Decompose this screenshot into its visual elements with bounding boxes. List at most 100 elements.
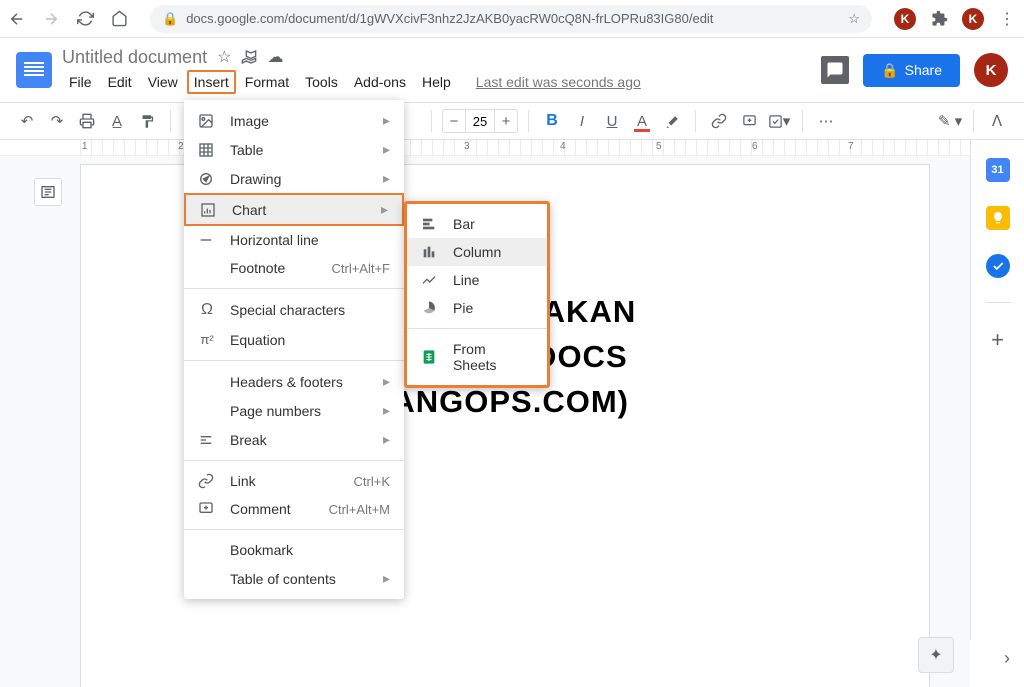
underline-button[interactable]: U (599, 108, 625, 134)
pie-icon (421, 300, 439, 316)
font-size-minus[interactable]: − (443, 110, 465, 132)
cloud-icon[interactable]: ☁ (267, 47, 283, 67)
chevron-right-icon: ▸ (383, 141, 390, 158)
insert-footnote[interactable]: FootnoteCtrl+Alt+F (184, 254, 404, 282)
calendar-icon[interactable]: 31 (986, 158, 1010, 182)
more-button[interactable]: ⋯ (813, 108, 839, 134)
chevron-right-icon: ▸ (383, 431, 390, 448)
redo-button[interactable]: ↷ (44, 108, 70, 134)
insert-horizontal-line[interactable]: Horizontal line (184, 226, 404, 254)
chart-pie[interactable]: Pie (407, 294, 547, 322)
editing-mode-button[interactable]: ✎ ▾ (937, 108, 963, 134)
star-icon[interactable]: ☆ (217, 47, 231, 67)
bookmark-star-icon[interactable]: ☆ (848, 11, 860, 27)
back-icon[interactable] (8, 10, 26, 28)
insert-comment[interactable]: CommentCtrl+Alt+M (184, 495, 404, 523)
insert-link-button[interactable] (706, 108, 732, 134)
insert-drawing[interactable]: Drawing▸ (184, 164, 404, 193)
paint-format-button[interactable] (134, 108, 160, 134)
forward-icon[interactable] (42, 10, 60, 28)
outline-toggle-button[interactable] (34, 178, 62, 206)
chevron-right-icon: ▸ (383, 373, 390, 390)
reload-icon[interactable] (76, 10, 94, 28)
highlight-button[interactable] (659, 108, 685, 134)
italic-button[interactable]: I (569, 108, 595, 134)
chart-column[interactable]: Column (407, 238, 547, 266)
link-icon (198, 473, 216, 489)
omega-icon: Ω (198, 301, 216, 319)
insert-special-characters[interactable]: ΩSpecial characters (184, 295, 404, 325)
menu-help[interactable]: Help (415, 70, 458, 94)
collapse-toolbar-button[interactable]: ᐱ (984, 108, 1010, 134)
insert-break[interactable]: Break▸ (184, 425, 404, 454)
add-addon-icon[interactable]: + (991, 327, 1004, 353)
insert-chart[interactable]: Chart▸ (184, 193, 404, 226)
menu-tools[interactable]: Tools (298, 70, 345, 94)
insert-equation[interactable]: π²Equation (184, 325, 404, 354)
chevron-right-icon: ▸ (383, 570, 390, 587)
pi-icon: π² (198, 331, 216, 348)
home-icon[interactable] (110, 10, 128, 28)
menu-insert[interactable]: Insert (187, 70, 236, 94)
insert-page-numbers[interactable]: Page numbers▸ (184, 396, 404, 425)
menu-edit[interactable]: Edit (101, 70, 139, 94)
font-size-input[interactable] (465, 110, 495, 132)
menu-file[interactable]: File (62, 70, 99, 94)
docs-header: Untitled document ☆ ☁ FileEditViewInsert… (0, 38, 1024, 102)
extensions-icon[interactable] (930, 10, 948, 28)
text-color-button[interactable]: A (629, 108, 655, 134)
image-icon (198, 113, 216, 129)
url-bar[interactable]: 🔒 docs.google.com/document/d/1gWVXcivF3n… (150, 5, 872, 33)
chart-submenu-dropdown: BarColumnLinePie From Sheets (404, 201, 550, 388)
bold-button[interactable]: B (539, 108, 565, 134)
hline-icon (198, 232, 216, 248)
chevron-right-icon: ▸ (383, 170, 390, 187)
share-label: Share (905, 62, 942, 78)
last-edit-link[interactable]: Last edit was seconds ago (476, 74, 641, 90)
insert-image[interactable]: Image▸ (184, 106, 404, 135)
show-sidepanel-icon[interactable]: › (1004, 648, 1010, 669)
document-title[interactable]: Untitled document (62, 47, 207, 68)
font-size-control[interactable]: − + (442, 109, 518, 133)
insert-link[interactable]: LinkCtrl+K (184, 467, 404, 495)
chevron-right-icon: ▸ (383, 112, 390, 129)
chart-icon (200, 202, 218, 218)
print-button[interactable] (74, 108, 100, 134)
browser-toolbar: 🔒 docs.google.com/document/d/1gWVXcivF3n… (0, 0, 1024, 38)
sheets-icon (421, 349, 439, 365)
table-icon (198, 142, 216, 158)
insert-headers-footers[interactable]: Headers & footers▸ (184, 367, 404, 396)
font-size-plus[interactable]: + (495, 110, 517, 132)
insert-table[interactable]: Table▸ (184, 135, 404, 164)
comments-button[interactable] (821, 56, 849, 84)
insert-comment-button[interactable] (736, 108, 762, 134)
menubar: FileEditViewInsertFormatToolsAdd-onsHelp… (62, 70, 821, 94)
menu-format[interactable]: Format (238, 70, 296, 94)
insert-menu-dropdown: Image▸Table▸Drawing▸Chart▸Horizontal lin… (184, 100, 404, 599)
docs-logo-icon[interactable] (16, 52, 52, 88)
extension-avatar[interactable]: K (894, 8, 916, 30)
tasks-icon[interactable] (986, 254, 1010, 278)
undo-button[interactable]: ↶ (14, 108, 40, 134)
insert-table-of-contents[interactable]: Table of contents▸ (184, 564, 404, 593)
menu-view[interactable]: View (141, 70, 185, 94)
side-panel: 31 + (970, 140, 1024, 640)
chart-bar[interactable]: Bar (407, 210, 547, 238)
move-icon[interactable] (241, 49, 257, 65)
explore-button[interactable]: ✦ (918, 637, 954, 673)
spellcheck-button[interactable]: A̲ (104, 108, 130, 134)
menu-add-ons[interactable]: Add-ons (347, 70, 413, 94)
line-icon (421, 272, 439, 288)
chart-line[interactable]: Line (407, 266, 547, 294)
chevron-right-icon: ▸ (383, 402, 390, 419)
column-icon (421, 244, 439, 260)
insert-bookmark[interactable]: Bookmark (184, 536, 404, 564)
share-button[interactable]: 🔒 Share (863, 54, 960, 87)
insert-image-button[interactable]: ▾ (766, 108, 792, 134)
profile-avatar[interactable]: K (962, 8, 984, 30)
break-icon (198, 432, 216, 448)
menu-dots-icon[interactable]: ⋮ (998, 10, 1016, 28)
chart-from-sheets[interactable]: From Sheets (407, 335, 547, 379)
keep-icon[interactable] (986, 206, 1010, 230)
account-avatar[interactable]: K (974, 53, 1008, 87)
